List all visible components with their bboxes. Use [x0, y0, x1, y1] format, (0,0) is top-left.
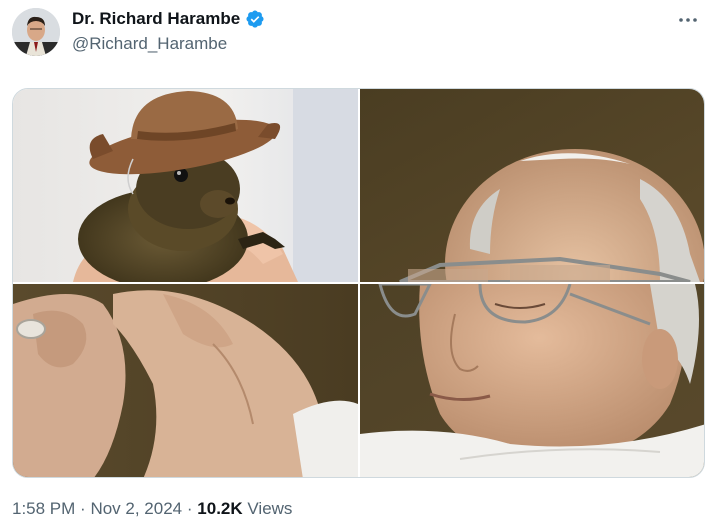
media-grid: [12, 88, 705, 478]
user-handle[interactable]: @Richard_Harambe: [72, 32, 265, 56]
media-image-1[interactable]: [13, 89, 358, 282]
tweet-meta: 1:58 PM · Nov 2, 2024 · 10.2K Views: [12, 499, 292, 519]
avatar[interactable]: [12, 8, 60, 56]
media-image-3[interactable]: [13, 284, 358, 477]
verified-badge-icon[interactable]: [245, 9, 265, 29]
tweet-header: Dr. Richard Harambe @Richard_Harambe: [12, 6, 704, 60]
more-options-icon[interactable]: [676, 10, 700, 30]
views-count[interactable]: 10.2K: [197, 499, 242, 518]
meta-separator: ·: [186, 499, 193, 518]
display-name[interactable]: Dr. Richard Harambe: [72, 9, 240, 29]
tweet-date[interactable]: Nov 2, 2024: [90, 499, 182, 518]
media-image-4[interactable]: [360, 284, 704, 477]
meta-separator: ·: [80, 499, 86, 518]
tweet-time[interactable]: 1:58 PM: [12, 499, 75, 518]
views-label[interactable]: Views: [247, 499, 292, 518]
media-image-2[interactable]: [360, 89, 704, 282]
